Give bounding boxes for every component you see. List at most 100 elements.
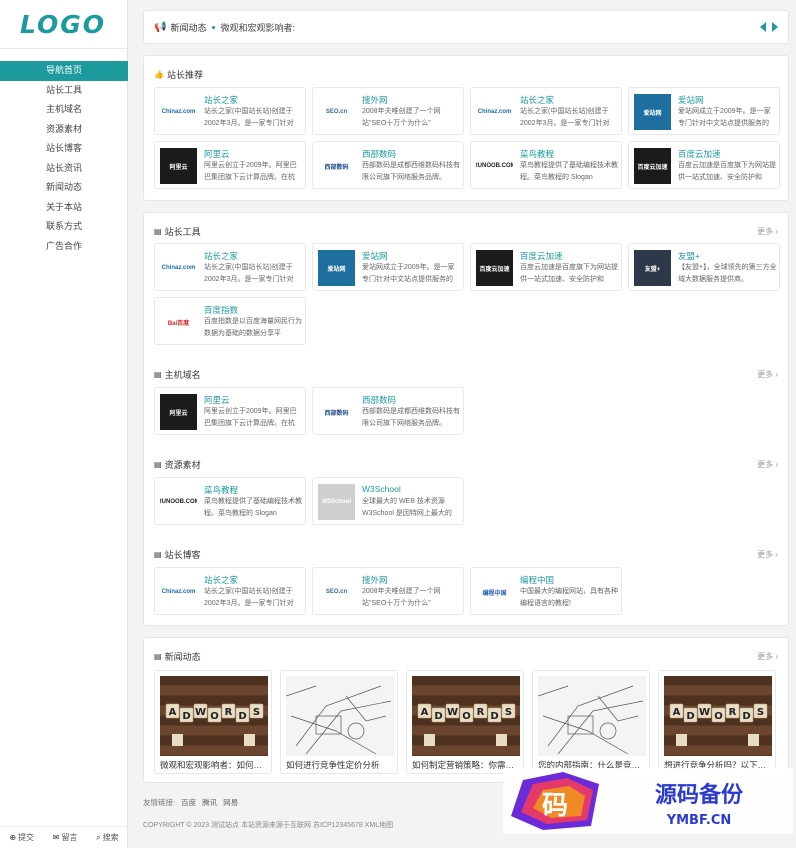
message-link[interactable]: ✉ 留言 — [53, 832, 78, 843]
friend-link[interactable]: 百度 — [181, 797, 196, 808]
site-logo-thumb: 百度云加速 — [476, 250, 513, 286]
thumbs-up-icon: 👍 — [154, 70, 164, 79]
svg-text:A: A — [421, 707, 429, 718]
site-card[interactable]: RUNOOB.COM 菜鸟教程菜鸟教程提供了基础编程技术教程。菜鸟教程的 Slog… — [470, 141, 622, 189]
site-card[interactable]: RUNOOB.COM 菜鸟教程菜鸟教程提供了基础编程技术教程。菜鸟教程的 Slog… — [154, 477, 306, 525]
nav-item[interactable]: 站长博客 — [0, 139, 128, 159]
news-card[interactable]: 您的内部指南：什么是竞… — [532, 670, 650, 774]
nav-item[interactable]: 资源素材 — [0, 120, 128, 140]
site-card[interactable]: 阿里云 阿里云 阿里云创立于2009年。阿里巴巴集团旗下云计算品牌。在杭 — [154, 387, 306, 435]
site-desc: 爱站网成立于2009年。是一家专门针对中文站点提供服务的 — [678, 108, 771, 127]
ticker-text[interactable]: 微观和宏观影响者: — [220, 21, 754, 34]
chevron-right-icon: › — [775, 370, 778, 379]
news-panel: ▤ 新闻动态 更多 › A D W O R D S 微观和宏观影响者：如何… 如何进行竞争性定价分析 A… — [143, 637, 789, 783]
friend-link[interactable]: 腾讯 — [202, 797, 217, 808]
svg-text:R: R — [477, 707, 485, 718]
news-caption: 如何进行竞争性定价分析 — [286, 760, 380, 770]
news-card[interactable]: A D W O R D S 想进行竞争分析吗？以下… — [658, 670, 776, 774]
site-logo-thumb: 友盟+ — [634, 250, 671, 286]
site-logo-thumb: 编程中国 — [476, 574, 513, 610]
site-card[interactable]: 百度云加速 百度云加速 百度云加速是百度旗下为网站提供一站式加速、安全防护和 — [470, 243, 622, 291]
site-desc: 百度云加速是百度旗下为网站提供一站式加速、安全防护和 — [678, 162, 776, 181]
site-desc: 阿里云创立于2009年。阿里巴巴集团旗下云计算品牌。在杭 — [204, 408, 297, 427]
site-desc: 站长之家(中国站长站)创建于2002年3月。是一家专门针对 — [204, 588, 294, 607]
more-label: 更多 — [757, 370, 774, 379]
nav-item[interactable]: 站长资讯 — [0, 159, 128, 179]
nav-item[interactable]: 关于本站 — [0, 198, 128, 218]
svg-text:D: D — [686, 711, 694, 722]
site-logo[interactable]: LOGO — [20, 10, 106, 39]
nav-item[interactable]: 站长工具 — [0, 81, 128, 101]
chevron-right-icon: › — [775, 460, 778, 469]
site-logo-thumb: W3School — [318, 484, 355, 520]
prev-arrow-icon[interactable] — [760, 22, 766, 32]
sidebar-footer: ⊕ 提交 ✉ 留言 ⌕ 搜索 — [0, 826, 128, 848]
search-link[interactable]: ⌕ 搜索 — [96, 832, 118, 843]
nav-item[interactable]: 新闻动态 — [0, 178, 128, 198]
site-name: 站长之家 — [204, 95, 239, 105]
site-card[interactable]: 百度云加速 百度云加速 百度云加速是百度旗下为网站提供一站式加速、安全防护和 — [628, 141, 780, 189]
more-link[interactable]: 更多 › — [757, 459, 778, 470]
news-card[interactable]: A D W O R D S 如何制定营销策略：你需… — [406, 670, 524, 774]
svg-text:S: S — [757, 707, 764, 718]
nav-item[interactable]: 联系方式 — [0, 217, 128, 237]
site-logo-thumb: Chinaz.com — [160, 250, 197, 286]
site-card[interactable]: Chinaz.com 站长之家 站长之家(中国站长站)创建于2002年3月。是一家专… — [154, 567, 306, 615]
svg-text:D: D — [490, 711, 498, 722]
site-card[interactable]: Chinaz.com 站长之家 站长之家(中国站长站)创建于2002年3月。是一家专… — [154, 243, 306, 291]
submit-link[interactable]: ⊕ 提交 — [9, 832, 34, 843]
site-card[interactable]: 阿里云 阿里云 阿里云创立于2009年。阿里巴巴集团旗下云计算品牌。在杭 — [154, 141, 306, 189]
list-icon: ▤ — [154, 652, 162, 661]
svg-text:D: D — [182, 711, 190, 722]
site-logo-thumb: 百度云加速 — [634, 148, 671, 184]
friend-link[interactable]: 网易 — [223, 797, 238, 808]
site-card[interactable]: 爱站网 爱站网 爱站网成立于2009年。是一家专门针对中文站点提供服务的 — [628, 87, 780, 135]
site-card[interactable]: SEO.cn 搜外网 2008年夫唯创建了一个网站"SEO十万个为什么" — [312, 87, 464, 135]
site-logo-thumb: SEO.cn — [318, 94, 355, 130]
site-card[interactable]: 爱站网 爱站网 爱站网成立于2009年。是一家专门针对中文站点提供服务的 — [312, 243, 464, 291]
svg-text:A: A — [169, 707, 177, 718]
svg-text:D: D — [238, 711, 246, 722]
site-logo-thumb: 爱站网 — [634, 94, 671, 130]
next-arrow-icon[interactable] — [772, 22, 778, 32]
site-card[interactable]: Bai百度 百度指数 百度指数是以百度海量网民行为数据为基础的数据分享平 — [154, 297, 306, 345]
news-card[interactable]: A D W O R D S 微观和宏观影响者：如何… — [154, 670, 272, 774]
site-name: 西部数码 — [362, 395, 397, 405]
more-link[interactable]: 更多 › — [757, 549, 778, 560]
site-card[interactable]: 编程中国 编程中国 中国最大的编程网站，具有各种编程语言的教程! — [470, 567, 622, 615]
ticker-dot — [212, 25, 216, 29]
site-name: 百度云加速 — [678, 149, 721, 159]
site-card[interactable]: Chinaz.com 站长之家 站长之家(中国站长站)创建于2002年3月。是一家专… — [154, 87, 306, 135]
site-card[interactable]: 友盟+ 友盟+ 【友盟+】，全球领先的第三方全域大数据服务提供商。 — [628, 243, 780, 291]
nav-item[interactable]: 导航首页 — [0, 61, 128, 81]
news-image — [538, 676, 646, 756]
section-title: ▤ 站长工具 — [154, 225, 201, 238]
svg-text:S: S — [505, 707, 512, 718]
svg-text:O: O — [462, 711, 471, 722]
site-card[interactable]: 西部数码 西部数码 西部数码是成都西维数码科技有限公司旗下网络服务品牌。 — [312, 387, 464, 435]
section-title: ▤ 站长博客 — [154, 548, 201, 561]
site-card[interactable]: Chinaz.com 站长之家 站长之家(中国站长站)创建于2002年3月。是一家专… — [470, 87, 622, 135]
site-desc: 2008年夫唯创建了一个网站"SEO十万个为什么" — [362, 588, 441, 607]
news-card[interactable]: 如何进行竞争性定价分析 — [280, 670, 398, 774]
nav-item[interactable]: 主机域名 — [0, 100, 128, 120]
friend-links-label: 友情链接: — [143, 798, 176, 807]
site-desc: 全球最大的 WEB 技术资源 W3School 是因特网上最大的 — [362, 498, 452, 517]
nav-item[interactable]: 广告合作 — [0, 237, 128, 257]
copyright: COPYRIGHT © 2023 测试站点 本站资源来源于互联网 苏ICP123… — [143, 822, 394, 829]
more-link[interactable]: 更多 › — [757, 369, 778, 380]
site-card[interactable]: W3School W3School 全球最大的 WEB 技术资源 W3School … — [312, 477, 464, 525]
search-icon: ⌕ — [96, 832, 101, 842]
site-card[interactable]: 西部数码 西部数码 西部数码是成都西维数码科技有限公司旗下网络服务品牌。 — [312, 141, 464, 189]
site-desc: 百度指数是以百度海量网民行为数据为基础的数据分享平 — [204, 318, 302, 337]
site-desc: 西部数码是成都西维数码科技有限公司旗下网络服务品牌。 — [362, 162, 460, 181]
site-card[interactable]: SEO.cn 搜外网 2008年夫唯创建了一个网站"SEO十万个为什么" — [312, 567, 464, 615]
watermark-glyph: 码 — [542, 791, 568, 821]
more-link[interactable]: 更多 › — [757, 651, 778, 662]
sidebar: LOGO 导航首页 站长工具 主机域名 资源素材 站长博客 站长资讯 新闻动态 关于本站 联系方… — [0, 0, 128, 848]
site-desc: 西部数码是成都西维数码科技有限公司旗下网络服务品牌。 — [362, 408, 460, 427]
chevron-right-icon: › — [775, 652, 778, 661]
svg-text:W: W — [195, 707, 206, 718]
chevron-right-icon: › — [775, 550, 778, 559]
more-link[interactable]: 更多 › — [757, 226, 778, 237]
